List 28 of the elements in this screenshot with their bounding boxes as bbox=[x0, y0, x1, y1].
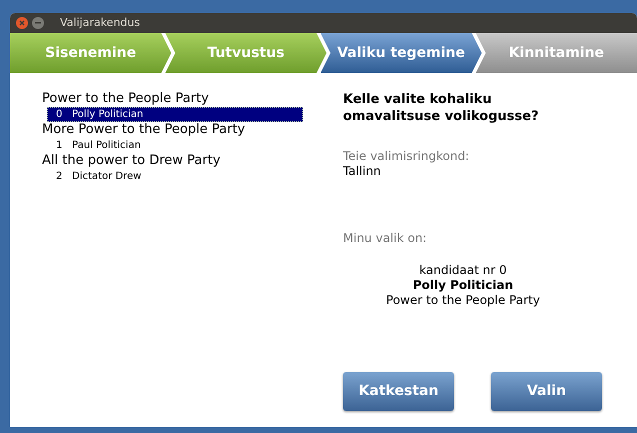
candidate-name-text: Polly Politician bbox=[412, 278, 514, 293]
action-button[interactable]: Valin bbox=[491, 372, 602, 411]
district-label: Teie valimisringkond: bbox=[343, 149, 470, 164]
candidate-item[interactable]: 2 Dictator Drew bbox=[47, 169, 303, 184]
party-name-text: Power to the People Party bbox=[386, 293, 540, 308]
party-item[interactable]: More Power to the People Party bbox=[42, 122, 330, 138]
wizard-step: Kinnitamine bbox=[476, 33, 637, 73]
window-title: Valijarakendus bbox=[60, 14, 140, 31]
wizard-step: Sisenemine bbox=[10, 33, 172, 73]
candidate-name: Paul Politician bbox=[72, 139, 141, 152]
action-button[interactable]: Katkestan bbox=[343, 372, 454, 411]
candidate-number: 0 bbox=[56, 108, 64, 121]
candidate-name: Polly Politician bbox=[72, 108, 144, 121]
close-icon[interactable] bbox=[16, 17, 28, 29]
choice-label: Minu valik on: bbox=[343, 231, 428, 246]
wizard-step: Tutvustus bbox=[165, 33, 326, 73]
candidate-item[interactable]: 1 Paul Politician bbox=[47, 138, 303, 153]
minimize-icon[interactable] bbox=[32, 17, 44, 29]
wizard-step: Valiku tegemine bbox=[320, 33, 482, 73]
party-item[interactable]: All the power to Drew Party bbox=[42, 153, 330, 169]
candidate-item[interactable]: 0 Polly Politician bbox=[47, 107, 303, 122]
question-heading: Kelle valite kohaliku omavalitsuse volikogusse? bbox=[343, 91, 540, 125]
candidate-number: 2 bbox=[56, 170, 64, 183]
candidate-number-text: kandidaat nr 0 bbox=[419, 263, 507, 278]
candidate-name: Dictator Drew bbox=[72, 170, 142, 183]
district-value: Tallinn bbox=[343, 164, 382, 179]
candidate-number: 1 bbox=[56, 139, 64, 152]
party-item[interactable]: Power to the People Party bbox=[42, 91, 330, 107]
